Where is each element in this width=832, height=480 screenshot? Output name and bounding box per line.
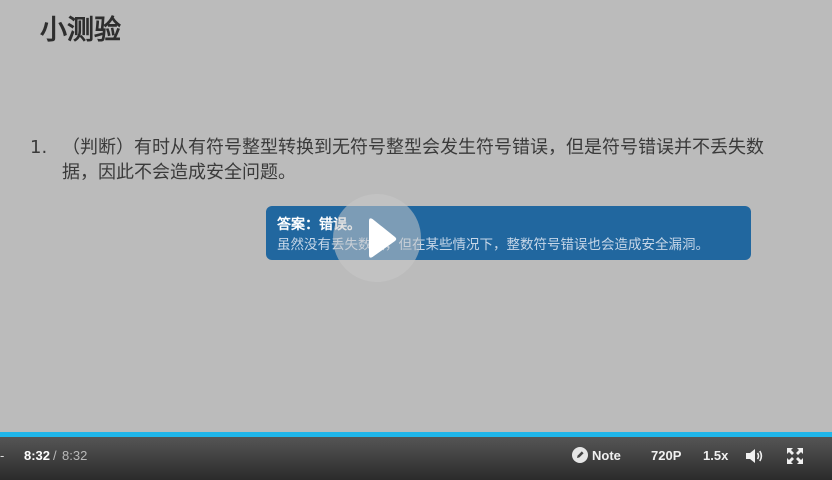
time-separator: / xyxy=(53,448,57,463)
question-number: 1. xyxy=(30,137,48,158)
fullscreen-icon xyxy=(787,448,803,464)
play-button[interactable] xyxy=(333,194,421,282)
quiz-question: 1. （判断）有时从有符号整型转换到无符号整型会发生符号错误，但是符号错误并不丢… xyxy=(30,135,770,185)
fullscreen-button[interactable] xyxy=(786,437,806,475)
pencil-icon xyxy=(572,447,588,464)
volume-button[interactable] xyxy=(745,437,765,475)
time-current: 8:32 xyxy=(24,448,51,463)
note-label: Note xyxy=(592,448,621,463)
speed-button[interactable]: 1.5x xyxy=(703,437,728,475)
edge-mark: - xyxy=(0,448,5,463)
slide-frame[interactable]: 小测验 1. （判断）有时从有符号整型转换到无符号整型会发生符号错误，但是符号错… xyxy=(0,0,832,432)
question-text: （判断）有时从有符号整型转换到无符号整型会发生符号错误，但是符号错误并不丢失数据… xyxy=(62,137,764,183)
control-bar: - 8:32 / 8:32 Note 720P 1.5x xyxy=(0,437,832,480)
volume-icon xyxy=(746,449,763,463)
quality-button[interactable]: 720P xyxy=(651,437,681,475)
play-icon xyxy=(369,218,397,258)
note-button[interactable]: Note xyxy=(572,437,621,475)
time-total: 8:32 xyxy=(62,448,88,463)
slide-title: 小测验 xyxy=(40,15,121,46)
video-player[interactable]: 小测验 1. （判断）有时从有符号整型转换到无符号整型会发生符号错误，但是符号错… xyxy=(0,0,832,480)
